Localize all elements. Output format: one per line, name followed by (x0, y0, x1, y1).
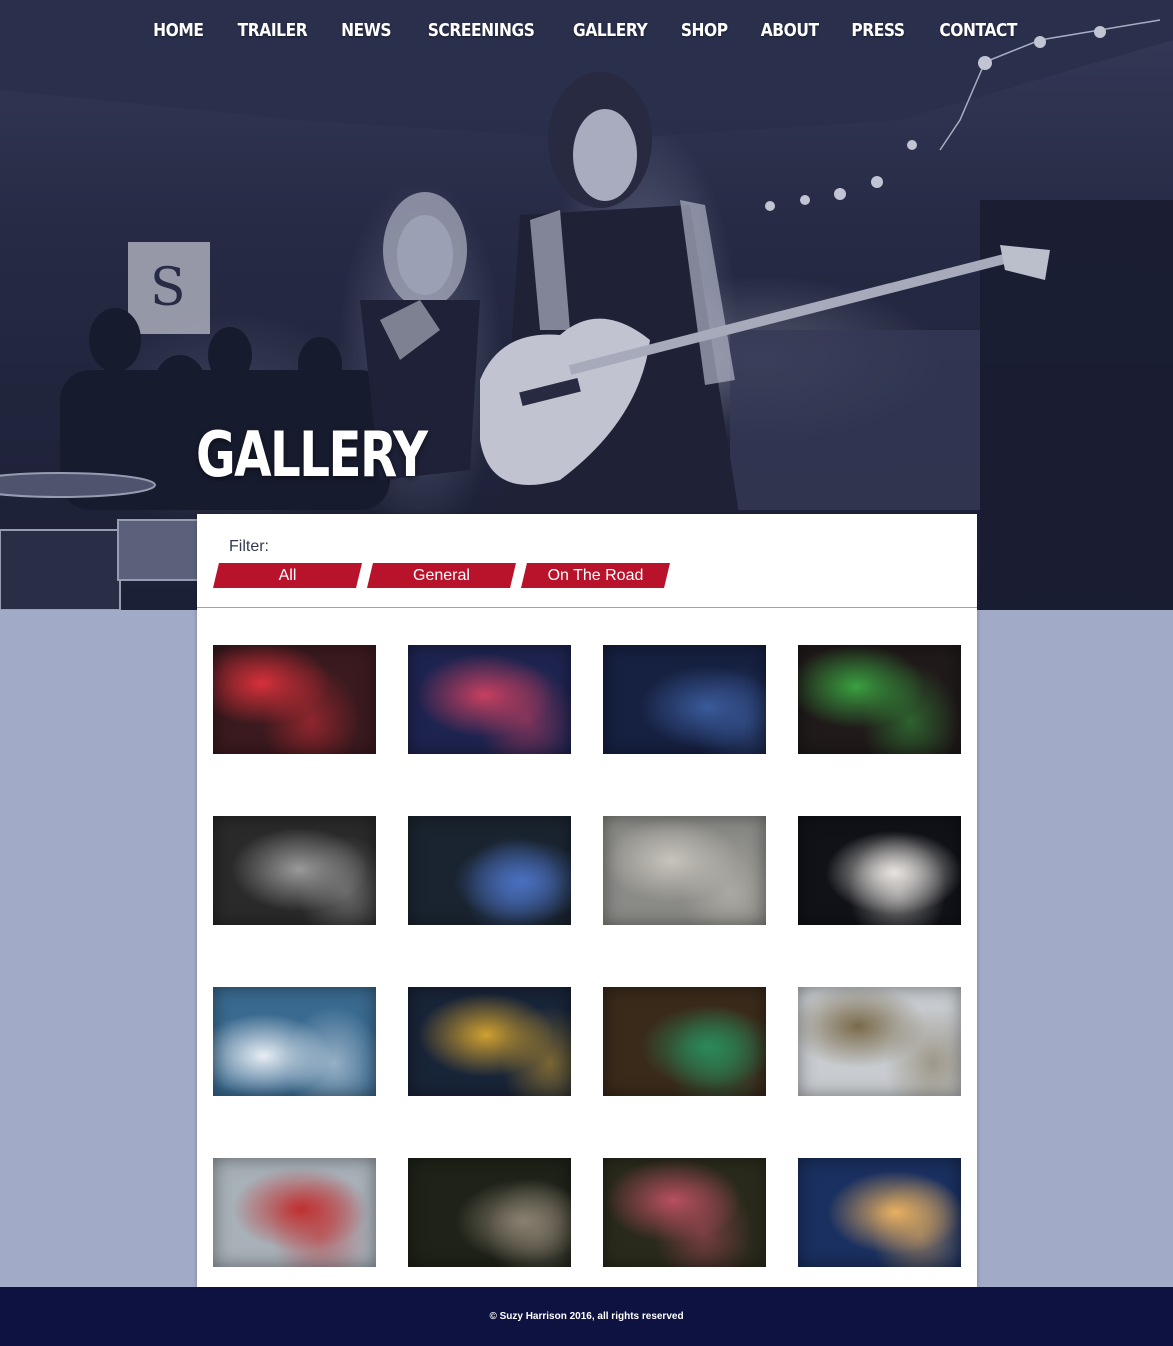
filter-buttons: All General On The Road (213, 563, 670, 588)
gallery-thumbnail[interactable] (408, 645, 571, 754)
copyright-text: © Suzy Harrison 2016, all rights reserve… (489, 1311, 684, 1322)
gallery-thumbnail[interactable] (603, 987, 766, 1096)
nav-home[interactable]: HOME (153, 18, 204, 43)
filter-on-the-road-button[interactable]: On The Road (521, 563, 670, 588)
nav-press[interactable]: PRESS (852, 18, 906, 43)
gallery-thumbnail[interactable] (603, 1158, 766, 1267)
filter-general-button[interactable]: General (367, 563, 516, 588)
gallery-thumbnail[interactable] (603, 645, 766, 754)
gallery-thumbnail[interactable] (798, 987, 961, 1096)
nav-screenings[interactable]: SCREENINGS (428, 18, 535, 43)
main-nav: HOME TRAILER NEWS SCREENINGS GALLERY SHO… (0, 18, 1173, 43)
gallery-thumbnail[interactable] (213, 645, 376, 754)
gallery-thumbnail[interactable] (408, 987, 571, 1096)
gallery-thumbnail[interactable] (213, 1158, 376, 1267)
nav-trailer[interactable]: TRAILER (237, 18, 307, 43)
nav-about[interactable]: ABOUT (761, 18, 819, 43)
nav-gallery[interactable]: GALLERY (573, 18, 648, 43)
gallery-thumbnail[interactable] (603, 816, 766, 925)
gallery-thumbnail[interactable] (798, 816, 961, 925)
page-title: GALLERY (196, 418, 428, 491)
gallery-thumbnail[interactable] (213, 987, 376, 1096)
gallery-thumbnail[interactable] (213, 816, 376, 925)
gallery-thumbnail[interactable] (408, 1158, 571, 1267)
nav-shop[interactable]: SHOP (681, 18, 728, 43)
footer: © Suzy Harrison 2016, all rights reserve… (0, 1287, 1173, 1346)
gallery-thumbnail[interactable] (408, 816, 571, 925)
filter-all-button[interactable]: All (213, 563, 362, 588)
gallery-panel: Filter: All General On The Road (197, 514, 977, 1287)
gallery-thumbnail[interactable] (798, 1158, 961, 1267)
nav-contact[interactable]: CONTACT (940, 18, 1018, 43)
filter-label: Filter: (229, 538, 269, 555)
filter-divider (197, 607, 977, 608)
gallery-thumbnail[interactable] (798, 645, 961, 754)
nav-news[interactable]: NEWS (341, 18, 391, 43)
